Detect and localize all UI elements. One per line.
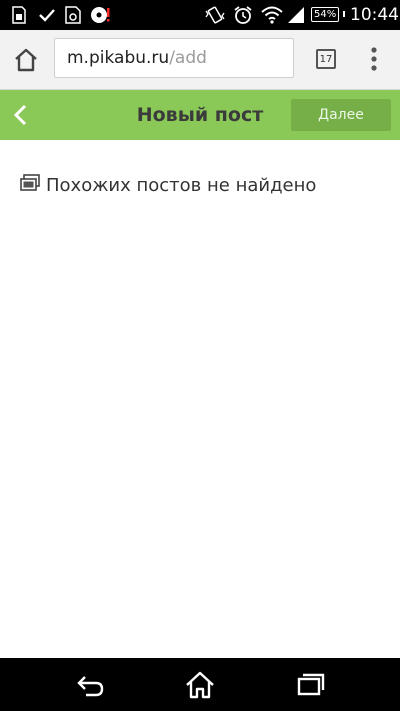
recents-icon[interactable]: [294, 670, 326, 700]
alarm-icon: [232, 4, 254, 26]
posts-stack-icon: [20, 174, 40, 196]
check-notification-icon: [38, 4, 56, 26]
screen: 54% 10:44 m.pikabu.ru/add 17 Новый пост …: [0, 0, 400, 711]
more-vert-icon[interactable]: [364, 46, 384, 72]
vibrate-icon: [204, 4, 226, 26]
next-button[interactable]: Далее: [291, 99, 391, 131]
home-icon[interactable]: [12, 46, 40, 74]
wifi-icon: [260, 4, 284, 26]
tabs-button[interactable]: 17: [316, 49, 336, 69]
back-arrow-icon[interactable]: [74, 670, 106, 700]
home-outline-icon[interactable]: [184, 670, 216, 700]
status-time: 10:44: [350, 5, 399, 25]
sim-card-notification-icon: [10, 4, 28, 26]
app-header: Новый пост Далее: [0, 90, 400, 140]
status-bar: 54% 10:44: [0, 0, 400, 30]
no-similar-posts-message: Похожих постов не найдено: [20, 174, 316, 196]
disc-alert-notification-icon: [90, 4, 112, 26]
url-domain: m.pikabu.ru: [67, 48, 170, 68]
chevron-left-icon[interactable]: [8, 102, 34, 128]
navigation-bar: [0, 658, 400, 711]
url-field[interactable]: m.pikabu.ru/add: [54, 38, 294, 78]
no-similar-posts-text: Похожих постов не найдено: [46, 174, 317, 196]
battery-icon: [343, 11, 345, 17]
battery-level: 54%: [311, 7, 340, 22]
signal-icon: [286, 4, 306, 26]
url-path: /add: [169, 48, 207, 68]
settings-sim-notification-icon: [64, 4, 82, 26]
browser-toolbar: m.pikabu.ru/add 17: [0, 30, 400, 90]
